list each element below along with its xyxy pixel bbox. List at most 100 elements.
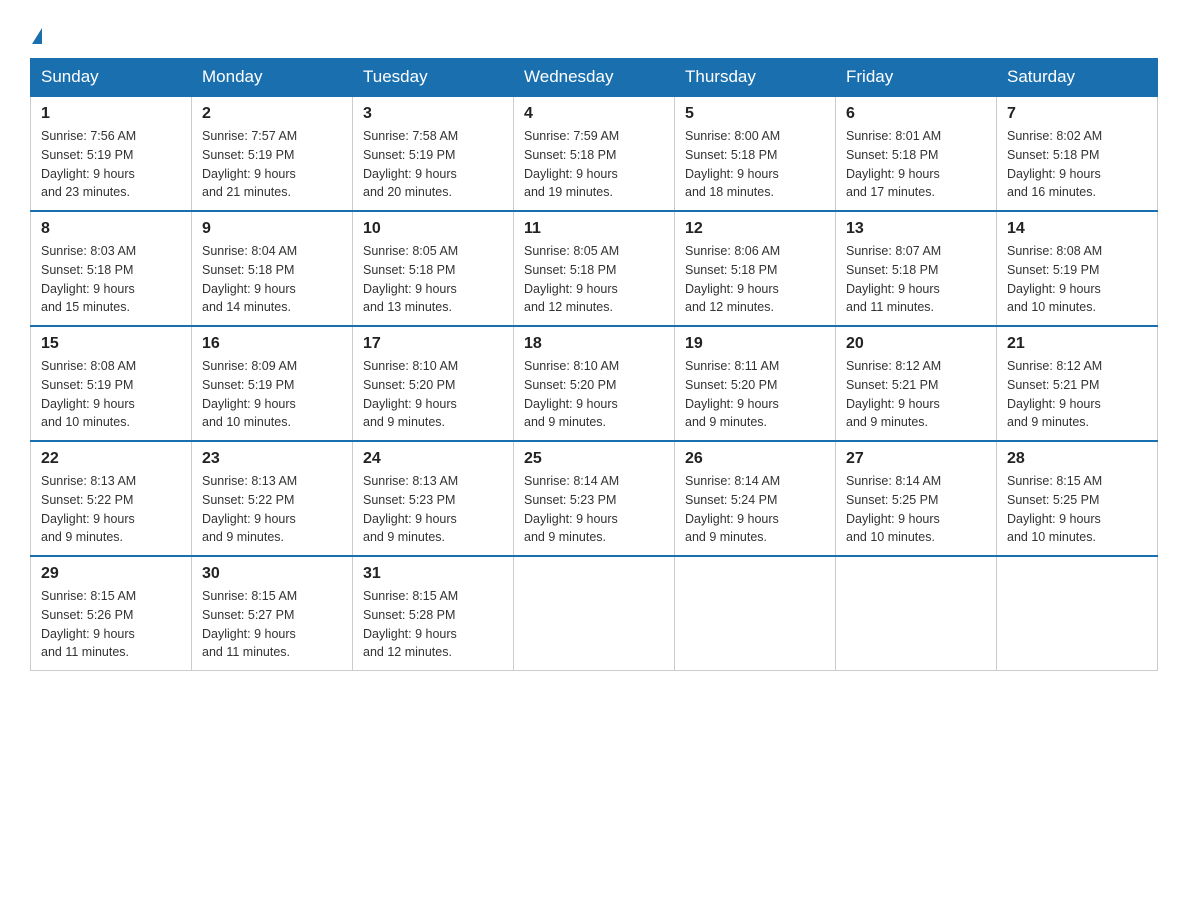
day-info: Sunrise: 8:08 AMSunset: 5:19 PMDaylight:… [41,357,181,432]
calendar-cell: 20 Sunrise: 8:12 AMSunset: 5:21 PMDaylig… [836,326,997,441]
day-info: Sunrise: 8:02 AMSunset: 5:18 PMDaylight:… [1007,127,1147,202]
calendar-cell [836,556,997,671]
calendar-cell: 21 Sunrise: 8:12 AMSunset: 5:21 PMDaylig… [997,326,1158,441]
day-info: Sunrise: 8:00 AMSunset: 5:18 PMDaylight:… [685,127,825,202]
day-info: Sunrise: 8:03 AMSunset: 5:18 PMDaylight:… [41,242,181,317]
calendar-cell [997,556,1158,671]
page-header [30,20,1158,48]
day-number: 25 [524,450,664,468]
calendar-cell: 28 Sunrise: 8:15 AMSunset: 5:25 PMDaylig… [997,441,1158,556]
calendar-cell: 19 Sunrise: 8:11 AMSunset: 5:20 PMDaylig… [675,326,836,441]
calendar-cell: 6 Sunrise: 8:01 AMSunset: 5:18 PMDayligh… [836,96,997,211]
calendar-cell: 5 Sunrise: 8:00 AMSunset: 5:18 PMDayligh… [675,96,836,211]
calendar-cell: 31 Sunrise: 8:15 AMSunset: 5:28 PMDaylig… [353,556,514,671]
calendar-cell: 29 Sunrise: 8:15 AMSunset: 5:26 PMDaylig… [31,556,192,671]
day-number: 2 [202,105,342,123]
day-info: Sunrise: 8:15 AMSunset: 5:28 PMDaylight:… [363,587,503,662]
calendar-cell: 18 Sunrise: 8:10 AMSunset: 5:20 PMDaylig… [514,326,675,441]
calendar-cell: 25 Sunrise: 8:14 AMSunset: 5:23 PMDaylig… [514,441,675,556]
day-number: 26 [685,450,825,468]
header-saturday: Saturday [997,59,1158,97]
day-number: 19 [685,335,825,353]
day-info: Sunrise: 8:05 AMSunset: 5:18 PMDaylight:… [363,242,503,317]
day-number: 29 [41,565,181,583]
day-number: 6 [846,105,986,123]
calendar-cell: 13 Sunrise: 8:07 AMSunset: 5:18 PMDaylig… [836,211,997,326]
day-info: Sunrise: 8:13 AMSunset: 5:22 PMDaylight:… [41,472,181,547]
day-info: Sunrise: 8:12 AMSunset: 5:21 PMDaylight:… [846,357,986,432]
day-number: 4 [524,105,664,123]
day-number: 21 [1007,335,1147,353]
day-number: 20 [846,335,986,353]
day-number: 8 [41,220,181,238]
header-friday: Friday [836,59,997,97]
header-sunday: Sunday [31,59,192,97]
calendar-week-row: 29 Sunrise: 8:15 AMSunset: 5:26 PMDaylig… [31,556,1158,671]
calendar-cell: 30 Sunrise: 8:15 AMSunset: 5:27 PMDaylig… [192,556,353,671]
day-info: Sunrise: 7:57 AMSunset: 5:19 PMDaylight:… [202,127,342,202]
logo-general-line [30,20,42,48]
calendar-week-row: 1 Sunrise: 7:56 AMSunset: 5:19 PMDayligh… [31,96,1158,211]
day-info: Sunrise: 8:15 AMSunset: 5:26 PMDaylight:… [41,587,181,662]
header-monday: Monday [192,59,353,97]
calendar-cell [675,556,836,671]
header-thursday: Thursday [675,59,836,97]
calendar-cell: 11 Sunrise: 8:05 AMSunset: 5:18 PMDaylig… [514,211,675,326]
day-number: 30 [202,565,342,583]
calendar-cell: 16 Sunrise: 8:09 AMSunset: 5:19 PMDaylig… [192,326,353,441]
calendar-cell [514,556,675,671]
calendar-cell: 9 Sunrise: 8:04 AMSunset: 5:18 PMDayligh… [192,211,353,326]
day-info: Sunrise: 8:09 AMSunset: 5:19 PMDaylight:… [202,357,342,432]
calendar-week-row: 15 Sunrise: 8:08 AMSunset: 5:19 PMDaylig… [31,326,1158,441]
calendar-table: Sunday Monday Tuesday Wednesday Thursday… [30,58,1158,671]
day-info: Sunrise: 7:59 AMSunset: 5:18 PMDaylight:… [524,127,664,202]
day-info: Sunrise: 8:07 AMSunset: 5:18 PMDaylight:… [846,242,986,317]
day-number: 15 [41,335,181,353]
day-number: 22 [41,450,181,468]
day-number: 3 [363,105,503,123]
header-wednesday: Wednesday [514,59,675,97]
day-info: Sunrise: 8:13 AMSunset: 5:22 PMDaylight:… [202,472,342,547]
calendar-cell: 7 Sunrise: 8:02 AMSunset: 5:18 PMDayligh… [997,96,1158,211]
calendar-cell: 23 Sunrise: 8:13 AMSunset: 5:22 PMDaylig… [192,441,353,556]
day-info: Sunrise: 8:05 AMSunset: 5:18 PMDaylight:… [524,242,664,317]
day-number: 28 [1007,450,1147,468]
calendar-week-row: 8 Sunrise: 8:03 AMSunset: 5:18 PMDayligh… [31,211,1158,326]
day-number: 23 [202,450,342,468]
day-number: 1 [41,105,181,123]
day-number: 5 [685,105,825,123]
weekday-header-row: Sunday Monday Tuesday Wednesday Thursday… [31,59,1158,97]
day-info: Sunrise: 8:13 AMSunset: 5:23 PMDaylight:… [363,472,503,547]
calendar-cell: 10 Sunrise: 8:05 AMSunset: 5:18 PMDaylig… [353,211,514,326]
day-info: Sunrise: 8:11 AMSunset: 5:20 PMDaylight:… [685,357,825,432]
day-number: 9 [202,220,342,238]
calendar-week-row: 22 Sunrise: 8:13 AMSunset: 5:22 PMDaylig… [31,441,1158,556]
day-info: Sunrise: 8:14 AMSunset: 5:25 PMDaylight:… [846,472,986,547]
day-info: Sunrise: 8:10 AMSunset: 5:20 PMDaylight:… [524,357,664,432]
calendar-cell: 2 Sunrise: 7:57 AMSunset: 5:19 PMDayligh… [192,96,353,211]
day-number: 18 [524,335,664,353]
calendar-cell: 3 Sunrise: 7:58 AMSunset: 5:19 PMDayligh… [353,96,514,211]
day-info: Sunrise: 8:14 AMSunset: 5:23 PMDaylight:… [524,472,664,547]
calendar-cell: 8 Sunrise: 8:03 AMSunset: 5:18 PMDayligh… [31,211,192,326]
day-info: Sunrise: 8:15 AMSunset: 5:25 PMDaylight:… [1007,472,1147,547]
day-number: 17 [363,335,503,353]
calendar-cell: 12 Sunrise: 8:06 AMSunset: 5:18 PMDaylig… [675,211,836,326]
day-number: 14 [1007,220,1147,238]
calendar-cell: 27 Sunrise: 8:14 AMSunset: 5:25 PMDaylig… [836,441,997,556]
day-info: Sunrise: 8:12 AMSunset: 5:21 PMDaylight:… [1007,357,1147,432]
day-info: Sunrise: 8:06 AMSunset: 5:18 PMDaylight:… [685,242,825,317]
calendar-cell: 26 Sunrise: 8:14 AMSunset: 5:24 PMDaylig… [675,441,836,556]
day-info: Sunrise: 8:01 AMSunset: 5:18 PMDaylight:… [846,127,986,202]
calendar-cell: 15 Sunrise: 8:08 AMSunset: 5:19 PMDaylig… [31,326,192,441]
day-info: Sunrise: 7:58 AMSunset: 5:19 PMDaylight:… [363,127,503,202]
day-info: Sunrise: 7:56 AMSunset: 5:19 PMDaylight:… [41,127,181,202]
logo-triangle-icon [32,28,42,44]
day-number: 11 [524,220,664,238]
calendar-cell: 1 Sunrise: 7:56 AMSunset: 5:19 PMDayligh… [31,96,192,211]
day-number: 7 [1007,105,1147,123]
calendar-cell: 24 Sunrise: 8:13 AMSunset: 5:23 PMDaylig… [353,441,514,556]
calendar-cell: 4 Sunrise: 7:59 AMSunset: 5:18 PMDayligh… [514,96,675,211]
day-number: 12 [685,220,825,238]
day-number: 27 [846,450,986,468]
